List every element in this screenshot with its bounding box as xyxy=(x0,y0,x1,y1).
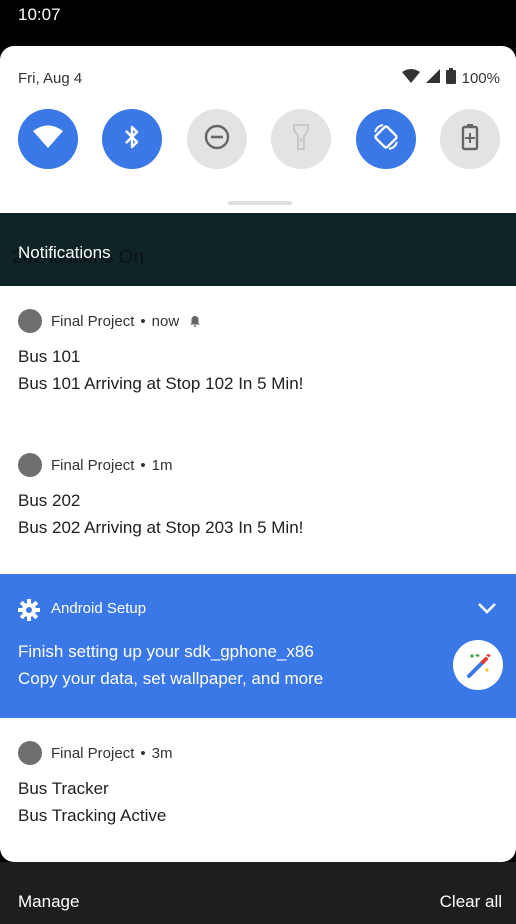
bluetooth-icon xyxy=(122,123,142,156)
notification-item[interactable]: Final Project • 3m Bus Tracker Bus Track… xyxy=(0,740,516,850)
qs-drag-handle[interactable] xyxy=(228,201,292,205)
battery-percent: 100% xyxy=(461,70,500,87)
notification-header: Final Project • now xyxy=(18,308,201,334)
qs-status-icons: 100% xyxy=(401,68,500,89)
notification-item[interactable]: Final Project • now Bus 101 Bus 101 Arri… xyxy=(0,308,516,418)
manage-button[interactable]: Manage xyxy=(18,892,79,912)
clear-all-button[interactable]: Clear all xyxy=(440,892,502,912)
notification-time: 3m xyxy=(151,744,173,762)
bell-alert-icon xyxy=(189,315,201,327)
qs-tiles xyxy=(18,109,501,171)
notification-app-name: Final Project xyxy=(51,744,135,762)
notification-time: 1m xyxy=(151,456,173,474)
header-separator: • xyxy=(140,456,146,474)
notification-text: Bus 101 Arriving at Stop 102 In 5 Min! xyxy=(18,374,304,393)
notification-header: Final Project • 3m xyxy=(18,740,172,766)
notification-app-name: Final Project xyxy=(51,312,135,330)
do-not-disturb-icon xyxy=(203,123,231,156)
setup-title: Finish setting up your sdk_gphone_x86 xyxy=(18,642,314,661)
notification-group-bottom: Final Project • 3m Bus Tracker Bus Track… xyxy=(0,718,516,862)
notification-text: Bus Tracking Active xyxy=(18,806,167,825)
notification-title: Bus 202 xyxy=(18,491,81,510)
notification-time: now xyxy=(151,312,180,330)
setup-app-name: Android Setup xyxy=(51,600,147,617)
status-bar: 10:07 xyxy=(0,0,516,46)
android-setup-notification[interactable]: Android Setup Finish setting up your sdk… xyxy=(0,574,516,718)
cell-signal-icon xyxy=(425,69,440,88)
notifications-header: 202 ications On Notifications xyxy=(0,213,516,286)
notification-item[interactable]: Final Project • 1m Bus 202 Bus 202 Arriv… xyxy=(0,452,516,562)
status-time: 10:07 xyxy=(18,5,61,24)
setup-text: Copy your data, set wallpaper, and more xyxy=(18,669,324,688)
app-icon xyxy=(18,741,42,765)
quick-settings-panel: Fri, Aug 4 100% xyxy=(0,46,516,214)
battery-saver-tile[interactable] xyxy=(440,109,500,169)
flashlight-tile[interactable] xyxy=(271,109,331,169)
auto-rotate-icon xyxy=(371,122,401,157)
wifi-icon xyxy=(33,125,63,154)
battery-icon xyxy=(445,68,456,89)
auto-rotate-tile[interactable] xyxy=(356,109,416,169)
flashlight-icon xyxy=(291,123,311,156)
do-not-disturb-tile[interactable] xyxy=(187,109,247,169)
wifi-signal-icon xyxy=(401,69,420,88)
chevron-down-icon[interactable] xyxy=(476,600,498,621)
app-icon xyxy=(18,453,42,477)
wifi-tile[interactable] xyxy=(18,109,78,169)
header-separator: • xyxy=(140,312,146,330)
gear-icon xyxy=(18,599,40,626)
notification-shade: 10:07 Fri, Aug 4 100% 202 ications On No… xyxy=(0,0,516,924)
app-icon xyxy=(18,309,42,333)
header-separator: • xyxy=(140,744,146,762)
battery-saver-icon xyxy=(461,123,479,156)
notification-title: Bus 101 xyxy=(18,347,81,366)
notification-header: Final Project • 1m xyxy=(18,452,172,478)
notification-title: Bus Tracker xyxy=(18,779,109,798)
qs-date: Fri, Aug 4 xyxy=(18,70,83,87)
notification-text: Bus 202 Arriving at Stop 203 In 5 Min! xyxy=(18,518,304,537)
notification-footer: Manage Clear all xyxy=(0,862,516,924)
notification-group-top: Final Project • now Bus 101 Bus 101 Arri… xyxy=(0,286,516,574)
magic-wand-icon xyxy=(453,640,503,690)
notification-app-name: Final Project xyxy=(51,456,135,474)
notifications-header-title: Notifications xyxy=(18,243,111,262)
bluetooth-tile[interactable] xyxy=(102,109,162,169)
